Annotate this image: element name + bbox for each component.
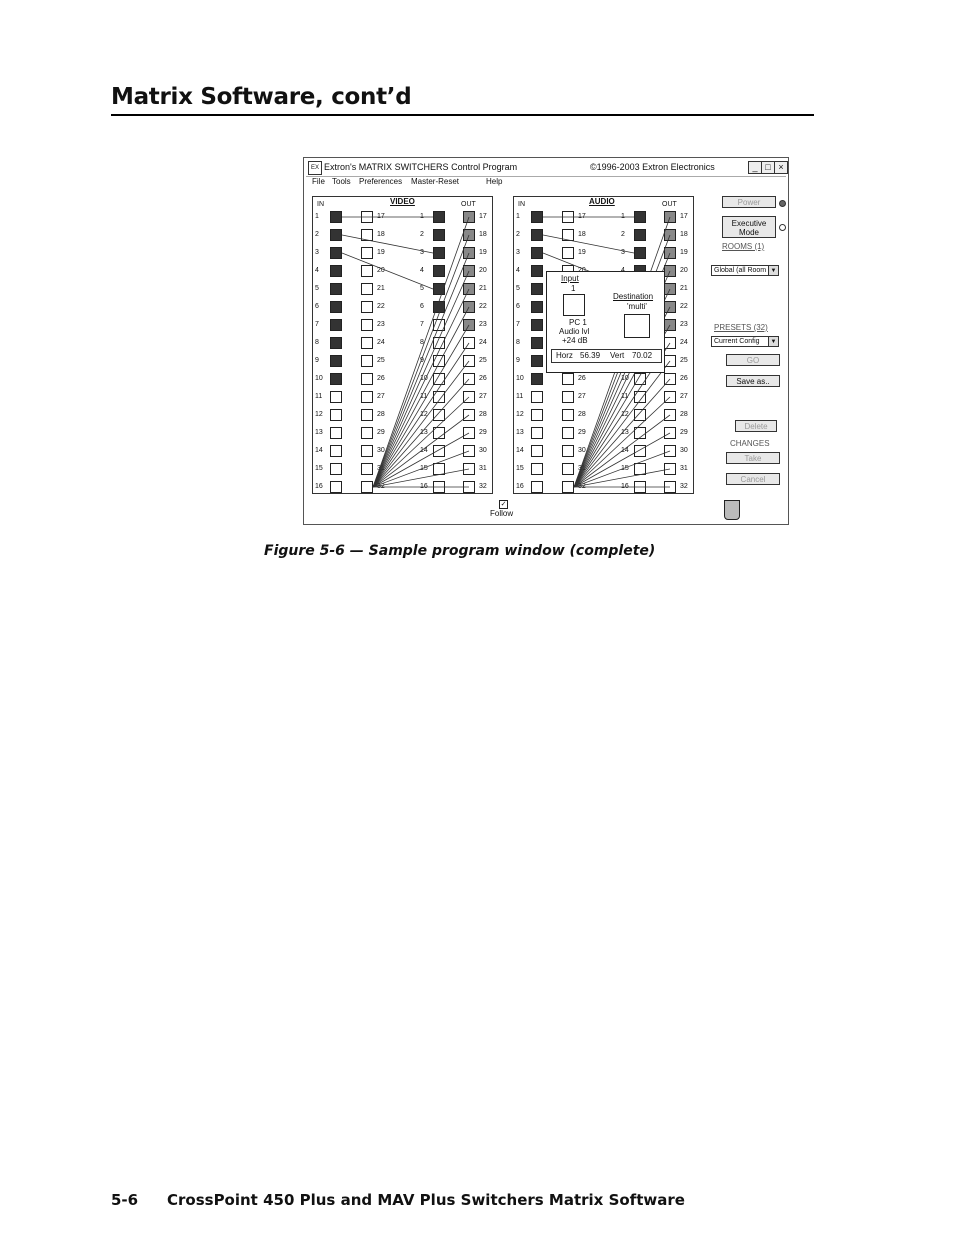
presets-dropdown-value: Current Config — [714, 338, 760, 345]
follow-label: Follow — [490, 509, 514, 518]
audio-wire — [573, 396, 671, 488]
popup-input-label: Input — [561, 274, 579, 283]
go-button[interactable]: GO — [726, 354, 780, 366]
follow-check-icon: ✓ — [499, 500, 508, 509]
changes-label: CHANGES — [730, 439, 770, 448]
video-wire — [372, 378, 470, 488]
video-wire — [372, 216, 470, 488]
heading-rule — [111, 114, 814, 116]
video-wire — [372, 396, 470, 488]
popup-device-name: PC 1 — [569, 318, 587, 327]
maximize-button[interactable]: □ — [761, 161, 775, 174]
audio-wire — [573, 378, 671, 488]
app-icon: EX — [308, 161, 322, 175]
executive-mode-button[interactable]: Executive Mode — [722, 216, 776, 238]
follow-checkbox[interactable]: ✓ Follow — [490, 500, 514, 518]
popup-vert-value: 70.02 — [632, 351, 653, 360]
minimize-button[interactable]: _ — [748, 161, 762, 174]
rooms-dropdown[interactable]: Global (all Room ▼ — [711, 265, 779, 276]
video-wiring — [341, 216, 470, 488]
footer-text: CrossPoint 450 Plus and MAV Plus Switche… — [167, 1191, 685, 1209]
video-panel: IN VIDEO OUT 1 17 1 17 2 18 2 18 3 19 3 19 4 20 4 20 5 21… — [312, 196, 493, 494]
video-wire — [372, 324, 470, 488]
video-wire — [372, 468, 470, 488]
video-wire — [372, 288, 470, 488]
menu-master-reset[interactable]: Master-Reset — [411, 177, 459, 186]
figure-caption: Figure 5-6 — Sample program window (comp… — [264, 543, 656, 559]
menu-help[interactable]: Help — [486, 177, 502, 186]
menu-preferences[interactable]: Preferences — [359, 177, 402, 186]
video-wire — [372, 234, 470, 488]
menubar: File Tools Preferences Master-Reset Help — [306, 177, 786, 189]
video-wire — [372, 270, 470, 488]
destination-box — [624, 314, 650, 338]
popup-destination-label: Destination — [613, 292, 654, 301]
video-wire — [372, 252, 470, 488]
window-titlebar: EX Extron's MATRIX SWITCHERS Control Pro… — [306, 160, 788, 177]
popup-vert-label: Vert — [610, 351, 625, 360]
computer-icon — [563, 294, 585, 316]
popup-horz-value: 56.39 — [580, 351, 601, 360]
popup-input-number: 1 — [571, 284, 576, 293]
save-as-button[interactable]: Save as.. — [726, 375, 780, 387]
chevron-down-icon: ▼ — [768, 266, 778, 275]
audio-wire — [542, 234, 635, 254]
take-button[interactable]: Take — [726, 452, 780, 464]
rooms-label: ROOMS (1) — [722, 242, 765, 251]
footer-page-number: 5-6 — [111, 1191, 139, 1209]
executive-indicator-icon — [779, 224, 786, 231]
popup-coordinates: Horz 56.39 Vert 70.02 — [551, 349, 662, 363]
popup-horz-label: Horz — [556, 351, 573, 360]
input-info-popup: Input 1 Destination 'multi' PC 1 Audio l… — [546, 271, 665, 373]
close-button[interactable]: × — [774, 161, 788, 174]
popup-audio-value: +24 dB — [562, 336, 588, 345]
menu-tools[interactable]: Tools — [332, 177, 351, 186]
presets-dropdown[interactable]: Current Config ▼ — [711, 336, 779, 347]
presets-label: PRESETS (32) — [714, 323, 768, 332]
trash-icon[interactable] — [724, 500, 740, 520]
rooms-dropdown-value: Global (all Room — [714, 267, 767, 274]
popup-audio-label: Audio lvl — [559, 327, 590, 336]
power-button[interactable]: Power — [722, 196, 776, 208]
chevron-down-icon: ▼ — [768, 337, 778, 346]
program-window: EX Extron's MATRIX SWITCHERS Control Pro… — [303, 157, 789, 525]
video-wire — [341, 234, 434, 254]
power-indicator-icon — [779, 200, 786, 207]
page-heading: Matrix Software, cont’d — [111, 84, 412, 110]
video-wire — [341, 252, 434, 290]
audio-wire — [573, 468, 671, 488]
window-copyright: ©1996-2003 Extron Electronics — [590, 162, 715, 172]
popup-destination-value: 'multi' — [627, 302, 647, 311]
cancel-button[interactable]: Cancel — [726, 473, 780, 485]
video-wire — [372, 342, 470, 488]
delete-button[interactable]: Delete — [735, 420, 777, 432]
menu-file[interactable]: File — [312, 177, 325, 186]
window-title: Extron's MATRIX SWITCHERS Control Progra… — [324, 162, 518, 172]
